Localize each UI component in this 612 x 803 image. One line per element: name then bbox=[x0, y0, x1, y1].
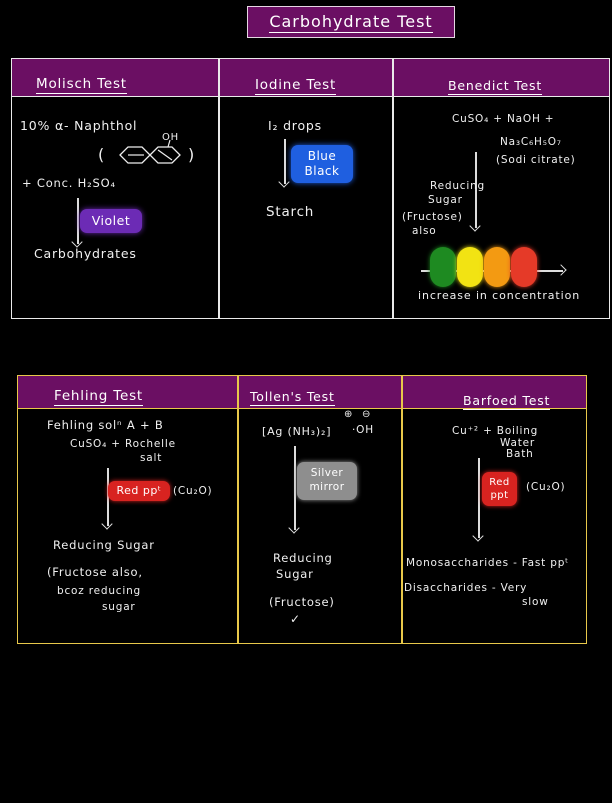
blue-black-result: Blue Black bbox=[291, 145, 353, 183]
fehling-reagent-2: CuSO₄ + Rochelle bbox=[70, 438, 176, 450]
arrow-down-icon bbox=[284, 139, 286, 184]
tollen-reagent: [Ag (NH₃)₂] bbox=[262, 425, 332, 438]
benedict-subject-1: Reducing bbox=[430, 180, 486, 192]
bracket-close: ) bbox=[188, 145, 196, 164]
fehling-reagent-1: Fehling solⁿ A + B bbox=[47, 418, 164, 432]
result-line: ppt bbox=[490, 490, 509, 501]
column-divider bbox=[401, 376, 403, 643]
barfoed-di-2: slow bbox=[522, 596, 549, 608]
color-dot-green bbox=[430, 247, 456, 287]
tollen-subject-3: (Fructose) bbox=[269, 595, 335, 609]
bracket-open: ( bbox=[98, 145, 106, 164]
header-molisch: Molisch Test bbox=[36, 76, 127, 94]
header-fehling: Fehling Test bbox=[54, 388, 143, 406]
header-barfoed: Barfoed Test bbox=[463, 393, 551, 410]
iodine-reagent: I₂ drops bbox=[268, 118, 322, 133]
tollen-subject-2: Sugar bbox=[276, 567, 314, 581]
arrow-down-icon bbox=[294, 446, 296, 530]
benedict-reagent-2: Na₃C₆H₅O₇ bbox=[500, 136, 562, 148]
violet-result: Violet bbox=[80, 209, 142, 233]
benedict-subject-2: Sugar bbox=[428, 194, 463, 206]
tollen-hydroxide: ·OH bbox=[352, 424, 374, 436]
result-line: Black bbox=[304, 164, 340, 178]
result-line: mirror bbox=[309, 481, 345, 493]
fehling-subject-1: Reducing Sugar bbox=[53, 538, 155, 552]
fehling-subject-3: bcoz reducing bbox=[57, 585, 141, 597]
tollen-subject-1: Reducing bbox=[273, 551, 333, 565]
column-divider bbox=[218, 59, 220, 318]
fehling-subject-2: (Fructose also, bbox=[47, 565, 143, 579]
charge-plus-icon: ⊕ bbox=[344, 409, 354, 420]
red-ppt-result: Red ppt bbox=[482, 472, 517, 506]
benedict-subject-3: (Fructose) bbox=[402, 211, 463, 223]
fehling-reagent-3: salt bbox=[140, 452, 163, 464]
benedict-subject-4: also bbox=[412, 225, 437, 237]
result-line: Silver bbox=[310, 467, 344, 479]
result-line: Red bbox=[489, 477, 510, 488]
barfoed-di: Disaccharides - Very bbox=[404, 582, 528, 594]
arrow-down-icon bbox=[478, 458, 480, 538]
molisch-subject: Carbohydrates bbox=[34, 246, 137, 261]
column-divider bbox=[237, 376, 239, 643]
checkmark-icon: ✓ bbox=[290, 612, 301, 626]
column-divider bbox=[392, 59, 394, 318]
page-title: Carbohydrate Test bbox=[247, 6, 455, 38]
molisch-reagent: 10% α- Naphthol bbox=[20, 118, 138, 133]
header-iodine: Iodine Test bbox=[255, 77, 337, 95]
iodine-subject: Starch bbox=[266, 204, 315, 220]
naphthalene-structure-icon bbox=[119, 139, 181, 164]
arrow-down-icon bbox=[77, 198, 79, 244]
page-title-text: Carbohydrate Test bbox=[269, 12, 433, 33]
barfoed-formula: (Cu₂O) bbox=[526, 481, 566, 493]
charge-minus-icon: ⊖ bbox=[362, 409, 372, 420]
result-line: Blue bbox=[307, 149, 337, 163]
red-ppt-result: Red ppᵗ bbox=[108, 481, 170, 501]
barfoed-reagent-3: Bath bbox=[506, 448, 534, 460]
silver-mirror-result: Silver mirror bbox=[297, 462, 357, 500]
fehling-formula: (Cu₂O) bbox=[173, 485, 213, 497]
scale-label: increase in concentration bbox=[418, 289, 581, 302]
molisch-acid: + Conc. H₂SO₄ bbox=[22, 176, 116, 190]
barfoed-reagent-1: Cu⁺² + Boiling bbox=[452, 425, 539, 437]
header-benedict: Benedict Test bbox=[448, 78, 543, 95]
color-dot-red bbox=[511, 247, 537, 287]
fehling-subject-4: sugar bbox=[102, 601, 136, 613]
color-dot-orange bbox=[484, 247, 510, 287]
header-tollen: Tollen's Test bbox=[250, 389, 335, 406]
benedict-reagent-1: CuSO₄ + NaOH + bbox=[452, 113, 555, 125]
barfoed-mono: Monosaccharides - Fast ppᵗ bbox=[406, 557, 570, 569]
color-dot-yellow bbox=[457, 247, 483, 287]
benedict-reagent-3: (Sodi citrate) bbox=[496, 154, 576, 166]
